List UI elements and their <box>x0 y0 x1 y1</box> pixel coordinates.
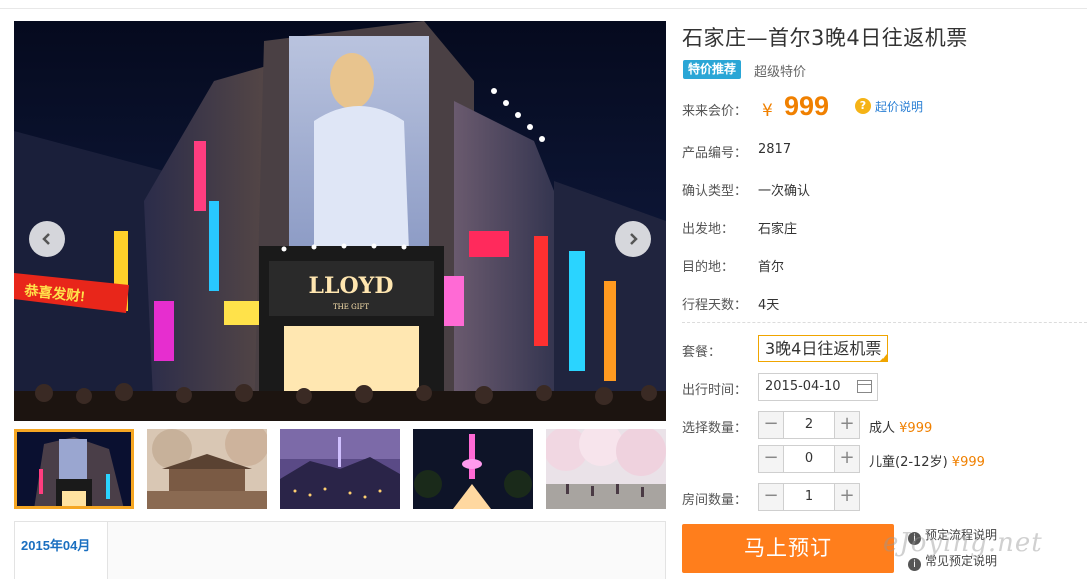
calendar-icon[interactable] <box>857 380 872 393</box>
dest-label: 目的地： <box>682 260 735 275</box>
child-note: 儿童(2-12岁) ¥999 <box>869 451 985 470</box>
special-badge: 特价推荐 <box>683 60 742 79</box>
adult-count[interactable]: 2 <box>784 412 834 438</box>
prev-photo-button[interactable] <box>29 221 65 257</box>
thumbnail-1[interactable] <box>14 429 134 509</box>
adult-quantity-stepper: − 2 + <box>758 411 860 439</box>
calendar-month-tab[interactable]: 2015年04月 <box>15 522 108 579</box>
product-title: 石家庄—首尔3晚4日往返机票 <box>682 26 968 50</box>
package-option[interactable]: 3晚4日往返机票 ✓ <box>758 335 889 362</box>
package-label: 套餐： <box>682 345 722 360</box>
adult-note: 成人 ¥999 <box>869 417 932 436</box>
rooms-minus-button[interactable]: − <box>759 484 784 510</box>
thumbnail-3[interactable] <box>280 429 400 509</box>
depart-label: 出发地： <box>682 222 735 237</box>
adult-minus-button[interactable]: − <box>759 412 784 438</box>
adult-label: 成人 <box>869 421 896 436</box>
price-value: 999 <box>784 91 830 121</box>
code-label: 产品编号： <box>682 146 748 161</box>
info-divider <box>682 322 1087 323</box>
confirm-value: 一次确认 <box>758 184 811 199</box>
adult-price: ¥999 <box>899 421 933 436</box>
question-icon[interactable]: ? <box>855 98 871 114</box>
thumbnail-4[interactable] <box>413 429 533 509</box>
chevron-left-icon <box>42 233 50 245</box>
check-icon: ✓ <box>881 353 888 361</box>
adult-plus-button[interactable]: + <box>834 412 859 438</box>
rooms-label: 房间数量： <box>682 493 748 508</box>
gift-sign: THE GIFT <box>333 303 369 311</box>
next-photo-button[interactable] <box>615 221 651 257</box>
thumbnail-2[interactable] <box>147 429 267 509</box>
date-field[interactable]: 2015-04-10 <box>758 373 878 401</box>
main-photo: LLOYD THE GIFT 恭喜发财! <box>14 21 666 421</box>
days-label: 行程天数： <box>682 298 748 313</box>
date-value: 2015-04-10 <box>765 379 841 394</box>
child-count[interactable]: 0 <box>784 446 834 472</box>
chevron-right-icon <box>630 233 638 245</box>
child-label: 儿童(2-12岁) <box>869 455 948 470</box>
days-value: 4天 <box>758 298 780 313</box>
lloyd-sign: LLOYD <box>309 273 394 299</box>
depart-value: 石家庄 <box>758 222 798 237</box>
thumbnail-5[interactable] <box>546 429 666 509</box>
badge-note: 超级特价 <box>754 65 807 80</box>
top-divider <box>0 8 1087 9</box>
info-icon: i <box>908 558 921 571</box>
confirm-label: 确认类型： <box>682 184 748 199</box>
package-option-label: 3晚4日往返机票 <box>765 339 882 358</box>
code-value: 2817 <box>758 142 792 157</box>
dest-value: 首尔 <box>758 260 785 275</box>
calendar-panel: 2015年04月 <box>14 521 666 579</box>
child-price: ¥999 <box>951 455 985 470</box>
qty-label: 选择数量： <box>682 421 748 436</box>
book-now-button[interactable]: 马上预订 <box>682 524 894 573</box>
child-minus-button[interactable]: − <box>759 446 784 472</box>
rooms-count[interactable]: 1 <box>784 484 834 510</box>
currency-symbol: ¥ <box>762 101 773 121</box>
child-plus-button[interactable]: + <box>834 446 859 472</box>
price-label: 来来会价： <box>682 104 748 119</box>
price-help-link[interactable]: 起价说明 <box>875 98 923 115</box>
date-label: 出行时间： <box>682 383 748 398</box>
child-quantity-stepper: − 0 + <box>758 445 860 473</box>
watermark: eJoying.net <box>883 528 1043 558</box>
rooms-plus-button[interactable]: + <box>834 484 859 510</box>
rooms-quantity-stepper: − 1 + <box>758 483 860 511</box>
